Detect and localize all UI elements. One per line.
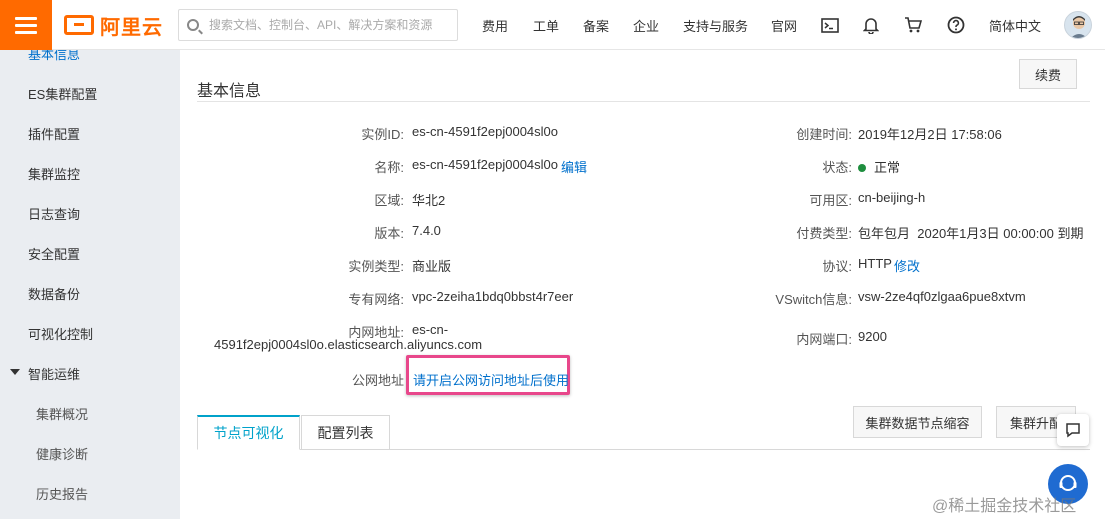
renew-button[interactable]: 续费 [1019, 59, 1077, 89]
region-label: 区域: [374, 193, 404, 208]
caret-down-icon[interactable] [10, 369, 20, 375]
zone-label: 可用区: [809, 193, 852, 208]
page-title: 基本信息 [197, 83, 262, 100]
hamburger-menu-icon[interactable] [0, 0, 52, 50]
aliyun-logo-icon [64, 15, 94, 35]
avatar[interactable] [1064, 11, 1092, 39]
vswitch-label: VSwitch信息: [775, 292, 852, 307]
protocol-label: 协议: [822, 259, 852, 274]
sidebar-item-log-query[interactable]: 日志查询 [28, 204, 80, 223]
help-icon[interactable] [945, 14, 967, 36]
instance-type-label: 实例类型: [348, 259, 404, 274]
version-label: 版本: [374, 226, 404, 241]
created-time-label: 创建时间: [796, 127, 852, 142]
modify-protocol-link[interactable]: 修改 [894, 256, 920, 275]
tab-node-visualization[interactable]: 节点可视化 [197, 415, 300, 450]
cart-icon[interactable] [902, 14, 924, 36]
search-icon [187, 19, 199, 31]
status-badge: 正常 [858, 157, 900, 176]
vpc-value: vpc-2zeiha1bdq0bbst4r7eer [412, 289, 574, 304]
zone-value: cn-beijing-h [858, 190, 926, 205]
intranet-address-line2: 4591f2epj0004sl0o.elasticsearch.aliyuncs… [214, 337, 483, 352]
nav-official-site[interactable]: 官网 [771, 16, 797, 35]
status-dot-icon [858, 163, 866, 172]
enable-public-access-link[interactable]: 请开启公网访问地址后使用 [413, 370, 569, 389]
billing-expire-text: 2020年1月3日 00:00:00 到期 [917, 226, 1084, 241]
sidebar-item-data-backup[interactable]: 数据备份 [28, 284, 80, 303]
nav-icp[interactable]: 备案 [583, 16, 609, 35]
sidebar-item-security-config[interactable]: 安全配置 [28, 244, 80, 263]
title-divider [197, 101, 1090, 102]
nav-fees[interactable]: 费用 [482, 16, 508, 35]
billing-type-value: 包年包月 2020年1月3日 00:00:00 到期 [858, 223, 1083, 242]
tab-config-list[interactable]: 配置列表 [301, 415, 390, 450]
protocol-value: HTTP [858, 256, 892, 271]
vpc-label: 专有网络: [348, 292, 404, 307]
region-value: 华北2 [412, 193, 446, 208]
nav-tickets[interactable]: 工单 [533, 16, 559, 35]
sidebar-item-smart-ops[interactable]: 智能运维 [28, 364, 80, 383]
instance-id-value: es-cn-4591f2epj0004sl0o [412, 124, 558, 139]
billing-type-label: 付费类型: [796, 226, 852, 241]
status-label: 状态: [822, 160, 852, 175]
name-label: 名称: [374, 160, 404, 175]
intranet-address-line1: es-cn- [412, 322, 449, 337]
watermark: @稀土掘金技术社区 [932, 498, 1077, 515]
terminal-icon[interactable] [819, 14, 841, 36]
billing-type-text: 包年包月 [858, 226, 911, 241]
name-value: es-cn-4591f2epj0004sl0o [412, 157, 558, 172]
instance-id-label: 实例ID: [361, 127, 404, 142]
intranet-port-value: 9200 [858, 329, 887, 344]
main-content: 基本信息 续费 实例ID: es-cn-4591f2epj0004sl0o 名称… [180, 50, 1105, 519]
intranet-port-label: 内网端口: [796, 332, 852, 347]
sidebar-subitem-cluster-overview[interactable]: 集群概况 [36, 404, 88, 423]
public-address-label: 公网地址 [351, 373, 404, 388]
sidebar: 基本信息 ES集群配置 插件配置 集群监控 日志查询 安全配置 数据备份 可视化… [0, 47, 180, 519]
sidebar-item-visual-control[interactable]: 可视化控制 [28, 324, 93, 343]
version-value: 7.4.0 [412, 223, 441, 238]
shrink-data-nodes-button[interactable]: 集群数据节点缩容 [853, 406, 982, 438]
language-switcher[interactable]: 简体中文 [989, 16, 1041, 35]
instance-type-value: 商业版 [412, 259, 452, 274]
nav-enterprise[interactable]: 企业 [633, 16, 659, 35]
sidebar-item-plugin-config[interactable]: 插件配置 [28, 124, 80, 143]
sidebar-subitem-health-diagnosis[interactable]: 健康诊断 [36, 444, 88, 463]
sidebar-item-cluster-monitor[interactable]: 集群监控 [28, 164, 80, 183]
sidebar-item-es-cluster-config[interactable]: ES集群配置 [28, 84, 97, 103]
edit-name-link[interactable]: 编辑 [561, 157, 587, 176]
created-time-value: 2019年12月2日 17:58:06 [858, 127, 1002, 142]
feedback-icon[interactable] [1057, 414, 1089, 446]
search-input[interactable] [209, 18, 449, 32]
bell-icon[interactable] [860, 14, 882, 36]
top-bar: 阿里云 费用 工单 备案 企业 支持与服务 官网 简体中文 [0, 0, 1105, 50]
search-box[interactable] [178, 9, 458, 41]
sidebar-subitem-history-report[interactable]: 历史报告 [36, 484, 88, 503]
nav-support[interactable]: 支持与服务 [683, 16, 748, 35]
vswitch-value: vsw-2ze4qf0zlgaa6pue8xtvm [858, 289, 1026, 304]
status-value: 正常 [874, 160, 901, 175]
aliyun-logo[interactable]: 阿里云 [64, 12, 163, 39]
